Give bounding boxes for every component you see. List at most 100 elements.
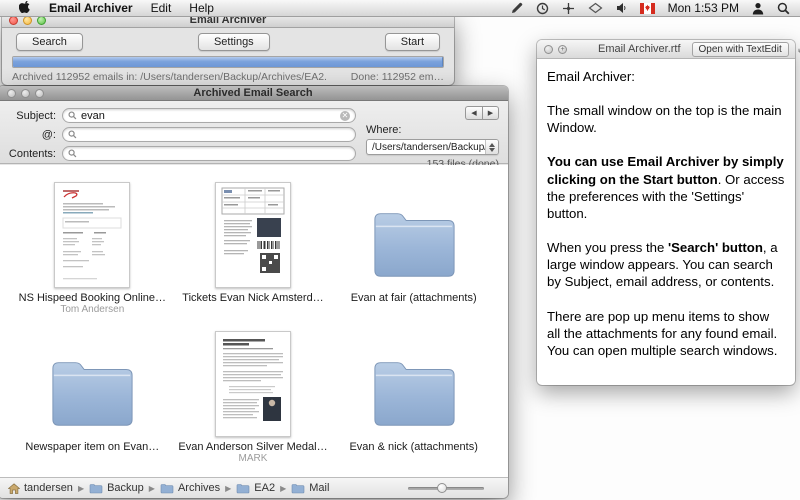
search-window: Archived Email Search Subject: evan ✕ @:: [0, 86, 508, 498]
menu-bar: Email Archiver Edit Help Mon 1:53 PM: [0, 0, 800, 17]
preview-title: Email Archiver.rtf: [598, 43, 681, 55]
folder-small-icon: [160, 483, 174, 494]
preview-content: Email Archiver: The small window on the …: [537, 59, 795, 385]
menu-help[interactable]: Help: [180, 0, 223, 16]
breadcrumb-separator: ▶: [225, 484, 231, 493]
close-button[interactable]: [544, 45, 553, 54]
search-button[interactable]: Search: [16, 33, 83, 51]
file-label: Newspaper item on Evan…: [25, 441, 159, 453]
file-item[interactable]: NS Hispeed Booking Online… Tom Andersen: [12, 173, 173, 322]
zoom-button[interactable]: [35, 89, 44, 98]
archiver-toolbar: Search Settings Start: [2, 28, 454, 54]
forward-button[interactable]: ▶: [482, 106, 499, 120]
file-subtitle: MARK: [239, 453, 268, 465]
archive-status-text: Archived 112952 emails in: /Users/tander…: [12, 71, 327, 83]
home-icon: [8, 483, 20, 494]
paragraph: You can use Email Archiver by simply cli…: [547, 153, 785, 222]
breadcrumb-separator: ▶: [78, 484, 84, 493]
spaces-icon[interactable]: [588, 2, 603, 14]
breadcrumb-archives[interactable]: Archives: [160, 482, 220, 494]
spotlight-icon[interactable]: [777, 2, 790, 15]
breadcrumb-separator: ▶: [280, 484, 286, 493]
path-bar: tandersen ▶ Backup ▶ Archives ▶ EA2 ▶ Ma…: [0, 477, 508, 498]
breadcrumb-home[interactable]: tandersen: [8, 482, 73, 494]
menu-app[interactable]: Email Archiver: [40, 0, 142, 16]
email-archiver-window: Email Archiver Search Settings Start Arc…: [2, 13, 454, 85]
breadcrumb-mail[interactable]: Mail: [291, 482, 329, 494]
close-button[interactable]: [7, 89, 16, 98]
volume-icon[interactable]: [616, 2, 627, 14]
search-icon: [68, 111, 77, 120]
contents-label: Contents:: [4, 148, 56, 160]
minimize-button[interactable]: [21, 89, 30, 98]
archiver-progress-fill: [13, 57, 443, 67]
paragraph: The small window on the top is the main …: [547, 102, 785, 136]
file-item[interactable]: Evan & nick (attachments): [333, 322, 494, 471]
breadcrumb-backup[interactable]: Backup: [89, 482, 144, 494]
folder-icon: [38, 349, 146, 437]
address-label: @:: [4, 129, 56, 141]
apple-icon: [19, 1, 31, 15]
file-item[interactable]: Evan at fair (attachments): [333, 173, 494, 322]
subject-value: evan: [81, 110, 336, 122]
archive-done-text: Done: 112952 em…: [351, 71, 444, 83]
document-icon: [215, 182, 291, 288]
search-icon: [68, 130, 77, 139]
desktop: Email Archiver Edit Help Mon 1:53 PM Ema…: [0, 0, 800, 500]
slider-knob[interactable]: [437, 483, 447, 493]
document-icon: [54, 182, 130, 288]
folder-icon: [360, 349, 468, 437]
paragraph: There are pop up menu items to show all …: [547, 308, 785, 359]
where-popup-menu[interactable]: /Users/tandersen/Backup/Archives/EA2/Mai…: [366, 139, 499, 155]
preview-titlebar[interactable]: + Email Archiver.rtf Open with TextEdit: [537, 40, 795, 59]
file-item[interactable]: Evan Anderson Silver Medal… MARK: [173, 322, 334, 471]
time-machine-icon[interactable]: [536, 2, 549, 15]
archiver-status-row: Archived 112952 emails in: /Users/tander…: [2, 68, 454, 83]
zoom-button[interactable]: +: [558, 45, 567, 54]
apple-menu[interactable]: [10, 0, 40, 16]
file-label: Evan & nick (attachments): [349, 441, 477, 453]
breadcrumb-ea2[interactable]: EA2: [236, 482, 275, 494]
address-search-input[interactable]: [62, 127, 356, 142]
file-item[interactable]: Newspaper item on Evan…: [12, 322, 173, 471]
search-icon: [68, 149, 77, 158]
settings-button[interactable]: Settings: [198, 33, 270, 51]
back-button[interactable]: ◀: [465, 106, 482, 120]
subject-search-input[interactable]: evan ✕: [62, 108, 356, 123]
menu-edit[interactable]: Edit: [142, 0, 181, 16]
contents-search-input[interactable]: [62, 146, 356, 161]
search-titlebar[interactable]: Archived Email Search: [0, 86, 508, 101]
canada-flag-icon[interactable]: [640, 3, 655, 14]
icon-size-slider[interactable]: [408, 482, 484, 494]
file-label: Tickets Evan Nick Amsterd…: [182, 292, 323, 304]
clear-icon[interactable]: ✕: [340, 111, 350, 121]
history-nav: ◀ ▶: [465, 106, 499, 120]
paragraph: Email Archiver:: [547, 68, 785, 85]
folder-small-icon: [89, 483, 103, 494]
paragraph: When you press the 'Search' button, a la…: [547, 239, 785, 290]
document-icon: [215, 331, 291, 437]
breadcrumb-separator: ▶: [149, 484, 155, 493]
file-browser: NS Hispeed Booking Online… Tom Andersen: [0, 165, 508, 477]
where-section: Where: /Users/tandersen/Backup/Archives/…: [366, 124, 499, 170]
file-item[interactable]: Tickets Evan Nick Amsterd…: [173, 173, 334, 322]
search-form: Subject: evan ✕ @: Contents:: [0, 101, 508, 164]
folder-icon: [360, 200, 468, 288]
menu-bar-clock[interactable]: Mon 1:53 PM: [668, 1, 739, 15]
file-label: NS Hispeed Booking Online…: [19, 292, 166, 304]
folder-small-icon: [291, 483, 305, 494]
pencil-icon[interactable]: [511, 2, 523, 14]
popup-stepper-icon: [485, 140, 498, 154]
where-value: /Users/tandersen/Backup/Archives/EA2/Mai…: [367, 142, 485, 153]
start-button[interactable]: Start: [385, 33, 440, 51]
menu-bar-status-area: Mon 1:53 PM: [511, 1, 790, 15]
window-title: Archived Email Search: [0, 87, 508, 99]
file-label: Evan at fair (attachments): [351, 292, 477, 304]
archive-progress-bar: [12, 56, 444, 68]
file-label: Evan Anderson Silver Medal…: [178, 441, 327, 453]
user-icon[interactable]: [752, 2, 764, 15]
open-with-textedit-button[interactable]: Open with TextEdit: [692, 42, 789, 57]
subject-label: Subject:: [4, 110, 56, 122]
crosshair-icon[interactable]: [562, 2, 575, 15]
preview-window: + Email Archiver.rtf Open with TextEdit …: [537, 40, 795, 385]
